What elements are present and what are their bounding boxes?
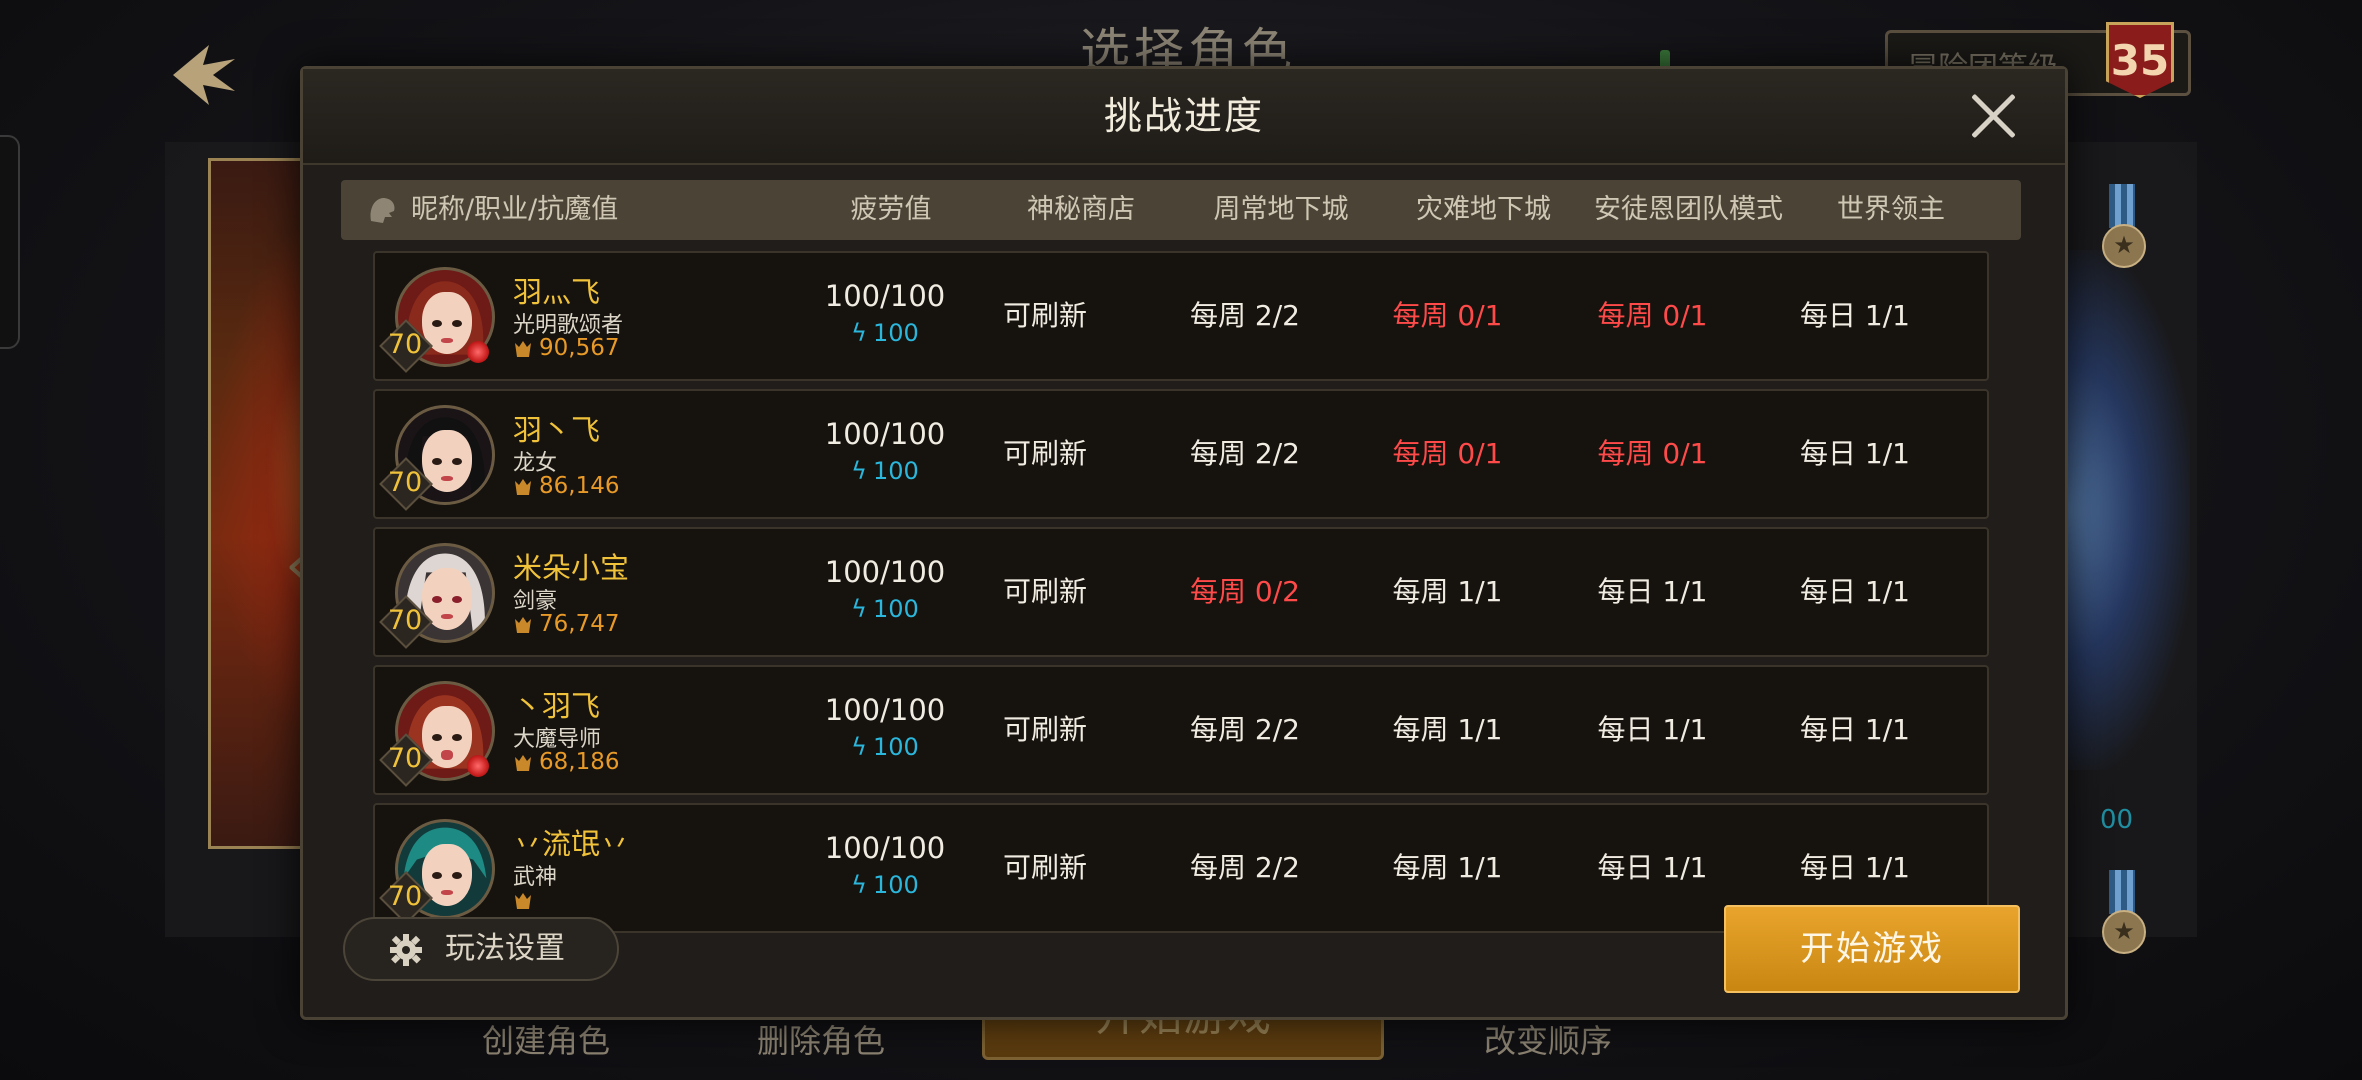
disaster-dungeon-status: 每周 1/1 (1392, 575, 1503, 608)
start-game-button[interactable]: 开始游戏 (1724, 905, 2020, 993)
demon-resist-icon (515, 341, 531, 357)
dialog-title: 挑战进度 (1103, 94, 1264, 138)
level-badge: 70 (379, 319, 433, 373)
antoine-raid-status: 每日 1/1 (1597, 575, 1708, 608)
disaster-dungeon-status: 每周 1/1 (1392, 713, 1503, 746)
demon-resist-value: 90,567 (539, 335, 620, 361)
lightning-icon: ϟ (851, 319, 868, 347)
flower-icon (467, 755, 489, 777)
gameplay-settings-button[interactable]: 玩法设置 (343, 917, 619, 981)
demon-resist-value: 86,146 (539, 473, 620, 499)
lightning-icon: ϟ (851, 871, 868, 899)
table-row[interactable]: 70 羽丶飞 龙女 86,146 100/100 ϟ 100 可刷新 每周 2/2… (373, 389, 1989, 519)
character-name: 丷流氓丷 (513, 827, 630, 861)
create-character-button[interactable]: 创建角色 (482, 1016, 610, 1062)
medal-icon: ★ (2102, 870, 2146, 954)
column-name: 昵称/职业/抗魔值 (411, 194, 619, 225)
progress-list[interactable]: 70 羽灬飞 光明歌颂者 90,567 100/100 ϟ 100 可刷新 每周 … (373, 251, 1993, 957)
table-row[interactable]: 70 丶羽飞 大魔导师 68,186 100/100 ϟ 100 可刷新 每周 2… (373, 665, 1989, 795)
column-world-boss: 世界领主 (1837, 194, 1945, 225)
lightning-icon: ϟ (851, 733, 868, 761)
table-row[interactable]: 70 米朵小宝 剑豪 76,747 100/100 ϟ 100 可刷新 每周 0/… (373, 527, 1989, 657)
column-weekly: 周常地下城 (1213, 194, 1349, 225)
back-arrow-icon-svg (173, 45, 235, 105)
level-badge: 70 (379, 595, 433, 649)
reorder-button[interactable]: 改变顺序 (1484, 1016, 1612, 1062)
weekly-dungeon-status: 每周 2/2 (1190, 851, 1300, 884)
column-disaster: 灾难地下城 (1416, 194, 1551, 225)
delete-character-button[interactable]: 删除角色 (757, 1016, 885, 1062)
shop-status: 可刷新 (1002, 299, 1087, 332)
world-boss-status: 每日 1/1 (1800, 437, 1910, 470)
character-name: 丶羽飞 (513, 689, 601, 723)
antoine-raid-status: 每周 0/1 (1597, 299, 1708, 332)
level-badge: 70 (379, 871, 433, 925)
medal-icon: ★ (2102, 184, 2146, 268)
world-boss-status: 每日 1/1 (1800, 575, 1910, 608)
table-row[interactable]: 70 羽灬飞 光明歌颂者 90,567 100/100 ϟ 100 可刷新 每周 … (373, 251, 1989, 381)
demon-resist-value: 76,747 (539, 611, 620, 637)
weekly-dungeon-status: 每周 2/2 (1190, 713, 1300, 746)
weekly-dungeon-status: 每周 2/2 (1190, 299, 1300, 332)
start-game-label: 开始游戏 (1800, 929, 1944, 969)
flower-icon (467, 341, 489, 363)
level-badge: 70 (379, 457, 433, 511)
shop-status: 可刷新 (1002, 851, 1087, 884)
demon-resist-icon (515, 479, 531, 495)
character-head-icon (370, 198, 395, 223)
gear-icon (390, 934, 422, 966)
column-antoine: 安徒恩团队模式 (1594, 194, 1783, 225)
lightning-icon: ϟ (851, 457, 868, 485)
shop-status: 可刷新 (1002, 713, 1087, 746)
character-name: 羽灬飞 (513, 275, 601, 309)
disaster-dungeon-status: 每周 0/1 (1392, 437, 1503, 470)
lightning-icon: ϟ (851, 595, 868, 623)
world-boss-status: 每日 1/1 (1800, 299, 1910, 332)
antoine-raid-status: 每日 1/1 (1597, 713, 1708, 746)
character-job: 武神 (513, 865, 558, 890)
back-arrow-icon[interactable] (160, 30, 250, 120)
weekly-dungeon-status: 每周 2/2 (1190, 437, 1300, 470)
column-fatigue: 疲劳值 (850, 194, 932, 225)
demon-resist-value: 68,186 (539, 749, 620, 775)
level-badge: 70 (379, 733, 433, 787)
close-icon[interactable] (1969, 91, 2019, 141)
demon-resist-icon (515, 755, 531, 771)
weekly-dungeon-status: 每周 0/2 (1190, 575, 1300, 608)
character-name: 羽丶飞 (513, 413, 601, 447)
background-number: 00 (2100, 805, 2134, 835)
demon-resist-icon (515, 617, 531, 633)
gameplay-settings-label: 玩法设置 (445, 931, 565, 966)
disaster-dungeon-status: 每周 0/1 (1392, 299, 1503, 332)
antoine-raid-status: 每周 0/1 (1597, 437, 1708, 470)
shop-status: 可刷新 (1002, 575, 1087, 608)
demon-resist-icon (515, 893, 531, 909)
disaster-dungeon-status: 每周 1/1 (1392, 851, 1503, 884)
challenge-progress-dialog: 挑战进度 昵称/职业/抗魔值 疲劳值 神秘商店 周常地下城 灾难地下城 安徒恩团… (300, 66, 2068, 1020)
side-handle[interactable] (0, 135, 20, 349)
world-boss-status: 每日 1/1 (1800, 713, 1910, 746)
shop-status: 可刷新 (1002, 437, 1087, 470)
character-name: 米朵小宝 (513, 551, 630, 585)
column-shop: 神秘商店 (1027, 194, 1135, 225)
table-header: 昵称/职业/抗魔值 疲劳值 神秘商店 周常地下城 灾难地下城 安徒恩团队模式 世… (341, 180, 2021, 240)
